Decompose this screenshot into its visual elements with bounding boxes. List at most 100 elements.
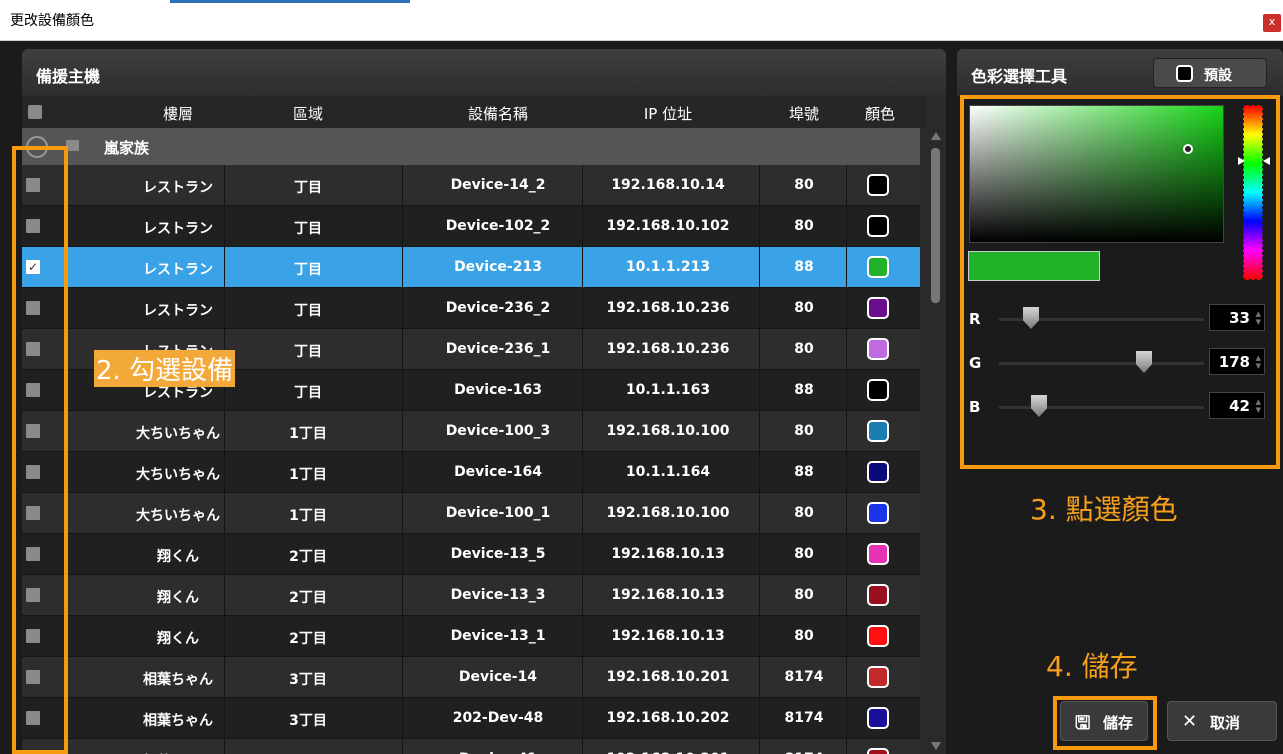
table-header: 樓層 區域 設備名稱 IP 位址 埠號 顏色 [22, 96, 926, 128]
column-divider [846, 575, 847, 615]
default-color-box [1176, 65, 1193, 82]
cell-name: Device-164 [454, 464, 542, 480]
column-divider [402, 493, 403, 533]
column-divider [402, 657, 403, 697]
color-swatch[interactable] [867, 297, 889, 319]
color-swatch[interactable] [867, 666, 889, 688]
close-button[interactable]: x [1263, 14, 1281, 32]
cancel-label: 取消 [1210, 714, 1241, 732]
cell-ip: 192.168.10.100 [606, 423, 730, 439]
color-swatch[interactable] [867, 256, 889, 278]
table-row[interactable]: 翔くん 2丁目 Device-13_1 192.168.10.13 80 [22, 616, 920, 657]
color-swatch[interactable] [867, 338, 889, 360]
column-divider [846, 698, 847, 738]
column-floor[interactable]: 樓層 [118, 103, 238, 124]
column-divider [582, 288, 583, 328]
cell-floor: 翔くん [157, 631, 199, 647]
table-row[interactable]: 相葉ちゃん 3丁目 Device-14 192.168.10.201 8174 [22, 657, 920, 698]
column-divider [759, 165, 760, 205]
column-divider [402, 206, 403, 246]
select-all-checkbox[interactable] [28, 105, 42, 119]
cell-name: Device-13_1 [450, 628, 546, 644]
scroll-up-icon[interactable] [931, 132, 941, 140]
column-divider [846, 411, 847, 451]
color-swatch[interactable] [867, 502, 889, 524]
color-swatch[interactable] [867, 215, 889, 237]
default-color-button[interactable]: 預設 [1153, 58, 1267, 88]
cell-ip: 192.168.10.102 [606, 218, 730, 234]
cell-area: 3丁目 [289, 672, 327, 688]
cell-port: 88 [794, 464, 814, 480]
table-row[interactable]: 翔くん 2丁目 Device-13_3 192.168.10.13 80 [22, 575, 920, 616]
column-divider [582, 616, 583, 656]
column-divider [402, 165, 403, 205]
column-divider [759, 493, 760, 533]
cell-ip: 192.168.10.14 [611, 177, 725, 193]
table-row[interactable]: ✓ レストラン 丁目 Device-213 10.1.1.213 88 [22, 247, 920, 288]
color-swatch[interactable] [867, 543, 889, 565]
color-swatch[interactable] [867, 461, 889, 483]
close-x-icon: ✕ [1182, 711, 1198, 732]
column-area[interactable]: 區域 [248, 103, 368, 124]
annotation-step4: 4. 儲存 [1046, 650, 1138, 683]
column-port[interactable]: 埠號 [774, 103, 834, 124]
column-divider [846, 165, 847, 205]
cell-name: Device-236_1 [445, 341, 551, 357]
cell-port: 88 [794, 259, 814, 275]
table-row[interactable]: レストラン 丁目 Device-14_2 192.168.10.14 80 [22, 165, 920, 206]
cell-area: 丁目 [294, 344, 322, 360]
cancel-button[interactable]: ✕ 取消 [1167, 701, 1277, 741]
column-divider [846, 288, 847, 328]
table-scrollbar[interactable] [926, 128, 946, 754]
column-divider [582, 165, 583, 205]
table-row[interactable]: 大ちいちゃん 1丁目 Device-164 10.1.1.164 88 [22, 452, 920, 493]
scroll-thumb[interactable] [931, 148, 940, 303]
cell-name: Device-213 [454, 259, 542, 275]
column-color[interactable]: 顏色 [850, 103, 910, 124]
color-swatch[interactable] [867, 420, 889, 442]
color-swatch[interactable] [867, 625, 889, 647]
cell-area: 1丁目 [289, 467, 327, 483]
color-tool-title: 色彩選擇工具 [971, 67, 1068, 86]
table-row[interactable]: 大ちいちゃん 1丁目 Device-100_1 192.168.10.100 80 [22, 493, 920, 534]
column-device-name[interactable]: 設備名稱 [428, 103, 568, 124]
column-ip[interactable]: IP 位址 [598, 103, 738, 124]
column-divider [402, 247, 403, 287]
group-row[interactable]: 嵐家族 [22, 128, 920, 165]
column-divider [582, 452, 583, 492]
column-divider [759, 575, 760, 615]
table-row[interactable]: 大ちいちゃん 1丁目 Device-100_3 192.168.10.100 80 [22, 411, 920, 452]
cell-name: Device-100_1 [445, 505, 551, 521]
color-swatch[interactable] [867, 379, 889, 401]
cell-port: 80 [794, 628, 814, 644]
column-divider [582, 739, 583, 754]
color-swatch[interactable] [867, 748, 889, 754]
table-row[interactable]: レストラン 丁目 Device-102_2 192.168.10.102 80 [22, 206, 920, 247]
cell-floor: レストラン [143, 221, 213, 237]
column-divider [846, 739, 847, 754]
column-divider [582, 329, 583, 369]
column-divider [759, 534, 760, 574]
table-row[interactable]: レストラン 丁目 Device-236_2 192.168.10.236 80 [22, 288, 920, 329]
table-row[interactable]: 相葉ちゃん3丁目Device-41192.168.10.2018174 [22, 739, 920, 754]
column-divider [759, 329, 760, 369]
color-swatch[interactable] [867, 707, 889, 729]
color-swatch[interactable] [867, 174, 889, 196]
cell-floor: 大ちいちゃん [136, 508, 220, 524]
column-divider [582, 370, 583, 410]
scroll-down-icon[interactable] [931, 742, 941, 750]
column-divider [759, 657, 760, 697]
cell-area: 2丁目 [289, 590, 327, 606]
table-row[interactable]: 翔くん 2丁目 Device-13_5 192.168.10.13 80 [22, 534, 920, 575]
cell-ip: 10.1.1.163 [625, 382, 711, 398]
cell-floor: 大ちいちゃん [136, 467, 220, 483]
table-row[interactable]: 相葉ちゃん 3丁目 202-Dev-48 192.168.10.202 8174 [22, 698, 920, 739]
cell-port: 88 [794, 382, 814, 398]
cell-ip: 192.168.10.13 [611, 587, 725, 603]
cell-ip: 192.168.10.202 [606, 710, 730, 726]
device-panel-title: 備援主機 [22, 49, 946, 96]
device-panel: 備援主機 樓層 區域 設備名稱 IP 位址 埠號 顏色 嵐家族 レストラン 丁目 D… [22, 49, 946, 754]
column-divider [846, 370, 847, 410]
color-swatch[interactable] [867, 584, 889, 606]
annotation-box-color-tool [960, 95, 1280, 469]
